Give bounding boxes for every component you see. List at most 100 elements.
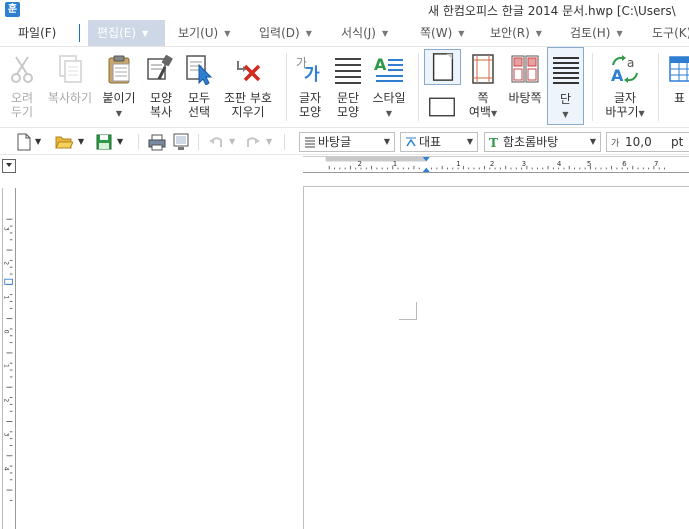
- columns-button[interactable]: 단 ▼: [547, 47, 584, 125]
- table-label: 표: [674, 91, 689, 105]
- ruler-toggle-button[interactable]: [2, 159, 16, 173]
- chevron-down-icon[interactable]: ▼: [78, 133, 84, 151]
- char-shape-label: 글자 모양: [292, 91, 328, 119]
- font-size-value: 10,0: [625, 135, 652, 149]
- paragraph-style-icon: [305, 137, 315, 148]
- menu-separator: [79, 24, 80, 42]
- menu-page[interactable]: 쪽(W) ▼: [420, 20, 464, 46]
- hancom-hangul-icon[interactable]: 훈: [5, 2, 20, 17]
- undo-icon[interactable]: [208, 133, 224, 151]
- background-page-label: 바탕쪽: [508, 91, 542, 105]
- menu-view[interactable]: 보기(U) ▼: [178, 20, 230, 46]
- para-shape-button[interactable]: 문단 모양: [330, 47, 366, 127]
- char-shape-line2: 모양: [298, 105, 322, 119]
- style-label-text: 스타일: [372, 91, 406, 105]
- clear-marks-button[interactable]: 조판 부호 지우기: [219, 47, 277, 127]
- svg-text:T: T: [489, 136, 498, 148]
- chevron-down-icon[interactable]: ▼: [266, 133, 272, 151]
- style-select[interactable]: 바탕글 ▼: [299, 132, 395, 152]
- menu-file[interactable]: 파일(F): [18, 20, 56, 46]
- language-select[interactable]: 대표 ▼: [400, 132, 478, 152]
- top-margin-marker[interactable]: [4, 278, 13, 285]
- svg-text:3: 3: [3, 433, 10, 437]
- vertical-ruler[interactable]: 3 2 1 0 1 2 3 4: [2, 188, 16, 529]
- para-shape-line1: 문단: [336, 91, 360, 105]
- menu-security[interactable]: 보안(R) ▼: [490, 20, 542, 46]
- horizontal-ruler[interactable]: 2 1 1 2 3 4 5 6 7: [303, 156, 689, 173]
- char-replace-label: 글자 바꾸기▼: [600, 91, 650, 121]
- print-icon[interactable]: [148, 133, 166, 151]
- print-preview-icon[interactable]: [172, 133, 190, 151]
- style-button[interactable]: A 스타일 ▼: [368, 47, 410, 127]
- menu-format[interactable]: 서식(J) ▼: [341, 20, 388, 46]
- cut-button[interactable]: 오려 두기: [2, 47, 42, 127]
- svg-text:2: 2: [3, 261, 10, 265]
- chevron-down-icon[interactable]: ▼: [35, 133, 41, 151]
- cut-label: 오려 두기: [2, 91, 42, 119]
- ribbon-separator: [592, 53, 593, 121]
- menu-security-label: 보안(R): [490, 26, 530, 40]
- svg-text:1: 1: [393, 159, 397, 168]
- style-label: 스타일 ▼: [368, 91, 410, 121]
- menu-input[interactable]: 입력(D) ▼: [259, 20, 312, 46]
- text-area-corner-marker: [399, 302, 417, 320]
- scissors-icon: [11, 56, 33, 83]
- font-size-unit: pt: [671, 135, 684, 149]
- formatting-toolbar: ▼ ▼ ▼ ▼ ▼ 바탕글 ▼ 대표 ▼ T 함초롬바탕 ▼ 가 10,0 pt: [0, 129, 689, 155]
- chevron-down-icon[interactable]: ▼: [117, 133, 123, 151]
- table-icon: [669, 56, 689, 82]
- menu-edit-label: 편집(E): [97, 26, 137, 40]
- menu-file-label: 파일(F): [18, 26, 57, 40]
- para-shape-label: 문단 모양: [330, 91, 366, 119]
- redo-icon[interactable]: [245, 133, 261, 151]
- window-title: 새 한컴오피스 한글 2014 문서.hwp [C:\Users\: [428, 4, 676, 18]
- format-copy-line1: 모양: [149, 91, 173, 105]
- cut-label-line2: 두기: [10, 105, 34, 119]
- table-button[interactable]: 표: [664, 47, 689, 127]
- portrait-button[interactable]: [424, 49, 461, 85]
- char-replace-button[interactable]: a A 글자 바꾸기▼: [600, 47, 650, 127]
- chevron-down-icon: ▼: [305, 29, 312, 38]
- title-bar: 훈 새 한컴오피스 한글 2014 문서.hwp [C:\Users\: [0, 0, 689, 20]
- svg-text:a: a: [627, 56, 634, 70]
- chevron-down-icon[interactable]: ▼: [229, 133, 235, 151]
- page-margin-line2: 여백: [468, 105, 491, 119]
- portrait-page-icon: [432, 53, 454, 81]
- background-page-icon: [511, 55, 539, 83]
- landscape-button[interactable]: [424, 91, 461, 123]
- svg-text:6: 6: [622, 159, 627, 168]
- svg-text:A: A: [374, 55, 387, 74]
- font-size-input[interactable]: 가 10,0 pt: [606, 132, 689, 152]
- select-all-button[interactable]: 모두 선택: [181, 47, 217, 127]
- font-select[interactable]: T 함초롬바탕 ▼: [484, 132, 601, 152]
- document-page[interactable]: [303, 186, 689, 529]
- style-icon: A: [374, 55, 403, 82]
- format-copy-button[interactable]: 모양 복사: [143, 47, 179, 127]
- style-select-value: 바탕글: [318, 135, 352, 149]
- menu-page-label: 쪽(W): [420, 26, 453, 40]
- copy-button[interactable]: 복사하기: [44, 47, 96, 127]
- left-indent-marker[interactable]: [422, 167, 430, 172]
- chevron-down-icon: ▼: [385, 109, 393, 118]
- svg-text:0: 0: [3, 330, 10, 334]
- clear-marks-label: 조판 부호 지우기: [219, 91, 277, 119]
- chevron-down-icon: ▼: [562, 110, 569, 119]
- page-margin-button[interactable]: 쪽 여백▼: [464, 47, 502, 127]
- ribbon-separator: [418, 53, 419, 121]
- menu-edit[interactable]: 편집(E) ▼: [88, 20, 165, 46]
- chevron-down-icon: ▼: [535, 29, 542, 38]
- open-folder-icon[interactable]: [55, 133, 73, 151]
- cut-label-line1: 오려: [10, 91, 34, 105]
- clear-marks-line2: 지우기: [231, 105, 265, 119]
- columns-label: 단 ▼: [548, 92, 583, 122]
- table-label-text: 표: [674, 91, 686, 105]
- menu-review[interactable]: 검토(H) ▼: [570, 20, 623, 46]
- new-document-icon[interactable]: [16, 133, 32, 151]
- columns-label-text: 단: [559, 92, 572, 106]
- paste-button[interactable]: 붙이기 ▼: [98, 47, 140, 127]
- menu-tools[interactable]: 도구(K): [652, 20, 689, 46]
- save-icon[interactable]: [96, 133, 112, 151]
- char-shape-button[interactable]: 가 가 글자 모양: [292, 47, 328, 127]
- format-copy-label: 모양 복사: [143, 91, 179, 119]
- background-page-button[interactable]: 바탕쪽: [504, 47, 546, 127]
